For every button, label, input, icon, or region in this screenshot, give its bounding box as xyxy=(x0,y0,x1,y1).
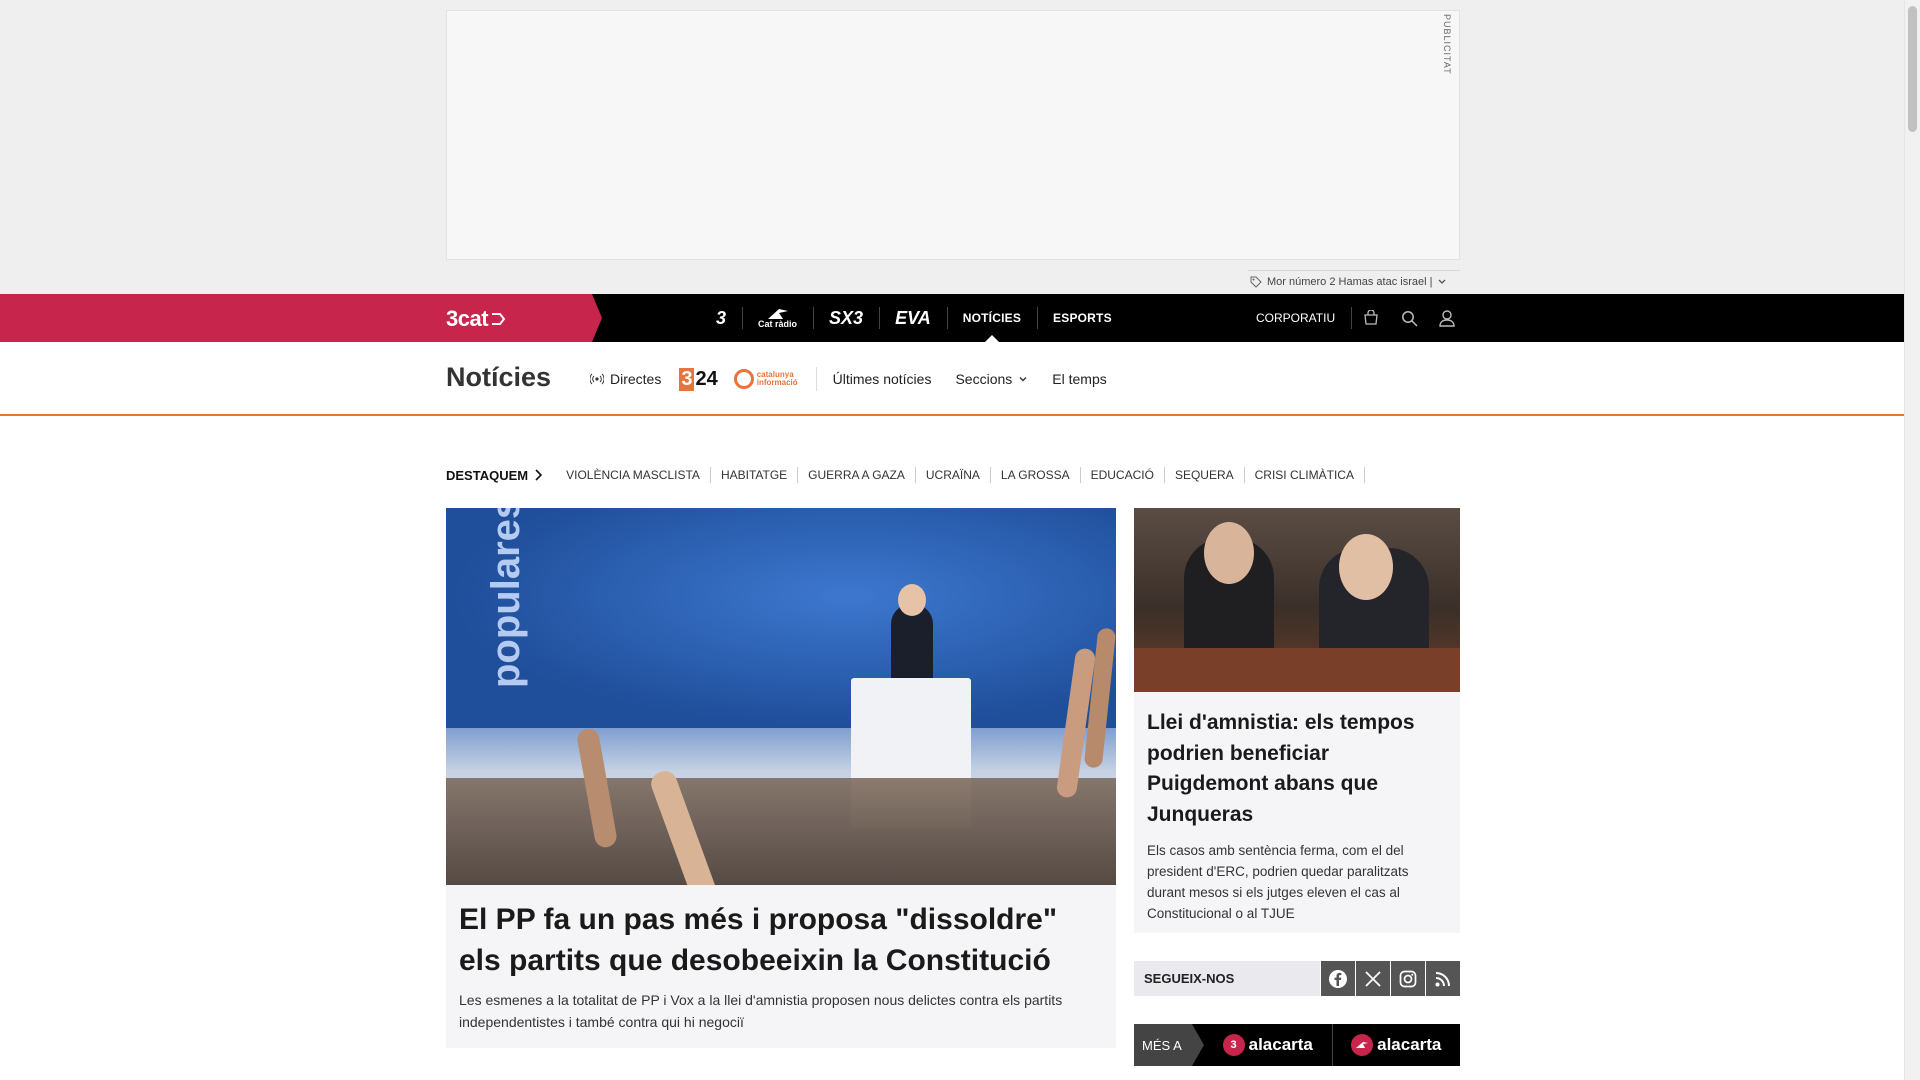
ad-area: PUBLICITAT Mor número 2 Hamas atac israe… xyxy=(0,0,1904,294)
destaquem-text: DESTAQUEM xyxy=(446,467,529,483)
image-person-left-head xyxy=(1204,522,1254,584)
main-article-body: El PP fa un pas més i proposa "dissoldre… xyxy=(446,885,1116,1033)
chevron-down-icon xyxy=(1439,279,1446,284)
image-speaker-head xyxy=(898,584,926,616)
main-article-title[interactable]: El PP fa un pas més i proposa "dissoldre… xyxy=(459,899,1102,981)
catradio-bird-icon xyxy=(767,308,788,319)
ad-banner[interactable] xyxy=(446,10,1460,260)
seccions-dropdown[interactable]: Seccions xyxy=(943,371,1040,387)
channel-nav: 3 Cat ràdio SX3 EVA NOTÍCIES ESPORTS xyxy=(700,294,1128,342)
top-navigation: 3cat 3 Cat ràdio SX3 EVA NOTÍCIES ESPORT… xyxy=(0,294,1904,342)
chevron-down-icon xyxy=(1019,377,1027,382)
channel-esports[interactable]: ESPORTS xyxy=(1037,294,1128,342)
image-backdrop xyxy=(446,508,1116,728)
destaquem-label: DESTAQUEM xyxy=(446,467,543,483)
channel-eva-logo[interactable]: EVA xyxy=(879,294,947,342)
facebook-icon[interactable] xyxy=(1320,961,1355,996)
mes-a-alacarta-bar: MÉS A 3 alacarta alacarta xyxy=(1134,1024,1460,1066)
catradio-badge-icon xyxy=(1351,1034,1374,1056)
image-crowd xyxy=(446,778,1116,885)
channel-3-logo[interactable]: 3 xyxy=(700,294,742,342)
top-right-tools: CORPORATIU xyxy=(1240,294,1466,342)
user-icon[interactable] xyxy=(1428,294,1466,342)
logo-324-part-b: 24 xyxy=(695,367,718,390)
side-article-image[interactable] xyxy=(1134,508,1460,692)
rss-icon[interactable] xyxy=(1425,961,1460,996)
destaquem-item[interactable]: LA GROSSA xyxy=(991,467,1081,483)
directes-link[interactable]: Directes xyxy=(590,371,671,387)
image-desk xyxy=(1134,648,1460,692)
image-person-right-head xyxy=(1339,534,1393,600)
tag-icon xyxy=(1250,276,1262,288)
follow-us-bar: SEGUEIX-NOS xyxy=(1134,961,1460,996)
side-article-card[interactable]: Llei d'amnistia: els tempos podrien bene… xyxy=(1134,508,1460,933)
destaquem-item[interactable]: SEQUERA xyxy=(1165,467,1245,483)
shop-icon[interactable] xyxy=(1352,294,1390,342)
directes-label: Directes xyxy=(610,371,662,387)
follow-us-label: SEGUEIX-NOS xyxy=(1144,971,1235,986)
tv3-alacarta-text: alacarta xyxy=(1248,1035,1313,1054)
section-title[interactable]: Notícies xyxy=(446,362,551,393)
el-temps-link[interactable]: El temps xyxy=(1040,371,1118,387)
channel-noticies[interactable]: NOTÍCIES xyxy=(946,294,1037,342)
side-article-title[interactable]: Llei d'amnistia: els tempos podrien bene… xyxy=(1147,708,1447,830)
channel-sx3-logo[interactable]: SX3 xyxy=(813,294,879,342)
brand-name: 3cat xyxy=(446,306,489,331)
corporatiu-link[interactable]: CORPORATIU xyxy=(1240,307,1353,329)
scrollbar-thumb[interactable] xyxy=(1908,6,1917,132)
brand-bar: 3cat xyxy=(0,294,602,342)
image-speaker xyxy=(891,604,933,684)
section-nav: Directes 3 24 catalunya informació Últim… xyxy=(590,342,1119,416)
ultimes-noticies-link[interactable]: Últimes notícies xyxy=(817,371,944,387)
ad-label: PUBLICITAT xyxy=(1442,14,1452,75)
side-article-summary: Els casos amb sentència ferma, com el de… xyxy=(1147,843,1409,921)
destaquem-item[interactable]: GUERRA A GAZA xyxy=(798,467,916,483)
seccions-label: Seccions xyxy=(955,371,1013,387)
catinf-line2: informació xyxy=(756,378,798,387)
destaquem-item[interactable]: UCRAÏNA xyxy=(916,467,991,483)
tv3-alacarta-link[interactable]: 3 alacarta xyxy=(1204,1024,1332,1066)
channel-catradio-label: Cat ràdio xyxy=(758,318,798,329)
tv3-badge-icon: 3 xyxy=(1222,1034,1245,1056)
main-article-card[interactable]: populares El PP fa un pas més i proposa … xyxy=(446,508,1116,1048)
x-icon[interactable] xyxy=(1355,961,1390,996)
chevron-right-icon xyxy=(535,469,543,481)
instagram-icon[interactable] xyxy=(1390,961,1425,996)
main-article-summary: Les esmenes a la totalitat de PP i Vox a… xyxy=(459,992,1063,1030)
section-header: Notícies Directes 3 24 catalunya informa… xyxy=(0,342,1904,416)
destaquem-bar: DESTAQUEM VIOLÈNCIA MASCLISTA HABITATGE … xyxy=(446,465,1365,485)
catalunya-informacio-logo[interactable]: catalunya informació xyxy=(726,367,817,391)
live-broadcast-icon xyxy=(590,373,604,385)
catinf-text: catalunya informació xyxy=(757,371,798,387)
page-scrollbar[interactable] xyxy=(1904,0,1920,1080)
destaquem-item[interactable]: EDUCACIÓ xyxy=(1081,467,1165,483)
destaquem-item[interactable]: CRISI CLIMÀTICA xyxy=(1245,467,1365,483)
side-article-body: Llei d'amnistia: els tempos podrien bene… xyxy=(1134,692,1460,924)
play-stripes-icon xyxy=(492,313,506,325)
main-article-image[interactable]: populares xyxy=(446,508,1116,885)
catradio-alacarta-text: alacarta xyxy=(1377,1035,1442,1054)
topic-strip-text: Mor número 2 Hamas atac israel | xyxy=(1267,275,1433,288)
brand-logo[interactable]: 3cat xyxy=(446,306,508,332)
logo-324-part-a: 3 xyxy=(679,367,695,391)
catinf-circle-icon xyxy=(733,369,754,389)
channel-catradio-logo[interactable]: Cat ràdio xyxy=(742,294,813,342)
logo-324[interactable]: 3 24 xyxy=(671,367,725,391)
mes-a-label: MÉS A xyxy=(1134,1024,1204,1066)
topic-strip[interactable]: Mor número 2 Hamas atac israel | xyxy=(1248,270,1460,292)
catradio-alacarta-link[interactable]: alacarta xyxy=(1331,1024,1461,1066)
image-wall-text: populares xyxy=(484,508,528,688)
search-icon[interactable] xyxy=(1390,294,1428,342)
destaquem-item[interactable]: HABITATGE xyxy=(711,467,799,483)
destaquem-item[interactable]: VIOLÈNCIA MASCLISTA xyxy=(556,467,711,483)
